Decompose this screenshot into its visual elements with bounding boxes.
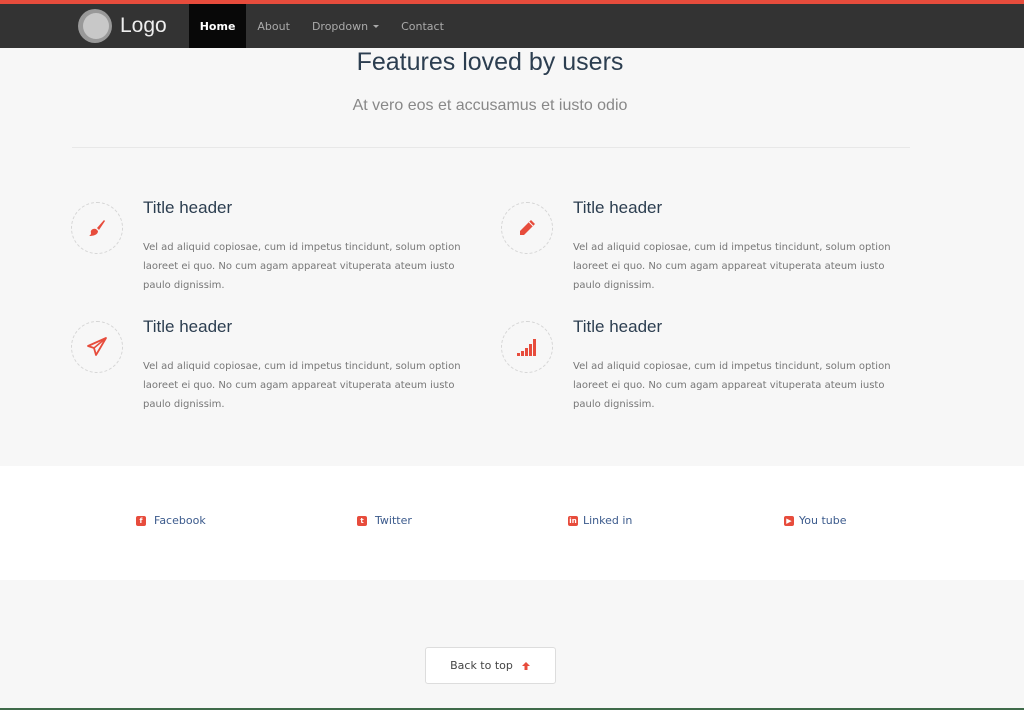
feature-title: Title header xyxy=(573,198,663,217)
feature-title: Title header xyxy=(143,317,233,336)
navbar: Logo Home About Dropdown Contact xyxy=(0,0,1024,48)
brand-text: Logo xyxy=(120,14,167,37)
feature-text: Vel ad aliquid copiosae, cum id impetus … xyxy=(573,361,891,410)
social-label: Facebook xyxy=(154,514,206,527)
feature-icon-circle xyxy=(501,202,553,254)
facebook-icon: f xyxy=(136,515,146,526)
section-title: Features loved by users xyxy=(356,48,624,76)
linkedin-link[interactable]: in Linked in xyxy=(568,514,632,527)
feature-text: Vel ad aliquid copiosae, cum id impetus … xyxy=(143,242,461,291)
nav-dropdown-label: Dropdown xyxy=(311,19,369,33)
pencil-icon xyxy=(520,220,535,235)
logo-icon xyxy=(78,9,112,43)
nav-contact[interactable]: Contact xyxy=(390,4,455,48)
features-section: Features loved by users At vero eos et a… xyxy=(0,48,1024,466)
back-to-top-label: Back to top xyxy=(450,659,513,672)
paper-plane-icon xyxy=(87,337,107,356)
footer: Back to top xyxy=(0,580,1024,710)
twitter-link[interactable]: t Twitter xyxy=(357,514,412,527)
back-to-top-button[interactable]: Back to top xyxy=(425,647,556,684)
feature-icon-circle xyxy=(501,321,553,373)
feature-text: Vel ad aliquid copiosae, cum id impetus … xyxy=(573,242,891,291)
social-label: Twitter xyxy=(375,514,412,527)
caret-down-icon xyxy=(373,24,380,28)
feature-icon-circle xyxy=(71,321,123,373)
youtube-icon: ▶ xyxy=(784,515,794,526)
twitter-icon: t xyxy=(357,515,367,526)
nav-dropdown[interactable]: Dropdown xyxy=(301,4,390,48)
linkedin-icon: in xyxy=(568,515,578,526)
social-label: Linked in xyxy=(583,514,633,527)
feature-title: Title header xyxy=(143,198,233,217)
social-label: You tube xyxy=(799,514,847,527)
section-subtitle: At vero eos et accusamus et iusto odio xyxy=(352,97,628,114)
divider xyxy=(72,147,910,148)
social-section: f Facebook t Twitter in Linked in ▶ You … xyxy=(0,466,1024,580)
nav-home[interactable]: Home xyxy=(188,4,247,48)
feature-text: Vel ad aliquid copiosae, cum id impetus … xyxy=(143,361,461,410)
feature-icon-circle xyxy=(71,202,123,254)
signal-bars-icon xyxy=(517,339,536,356)
paintbrush-icon xyxy=(89,220,105,236)
youtube-link[interactable]: ▶ You tube xyxy=(784,514,847,527)
facebook-link[interactable]: f Facebook xyxy=(136,514,206,527)
feature-title: Title header xyxy=(573,317,663,336)
arrow-up-icon xyxy=(521,661,530,670)
brand-link[interactable]: Logo xyxy=(78,4,167,48)
nav-about[interactable]: About xyxy=(246,4,301,48)
